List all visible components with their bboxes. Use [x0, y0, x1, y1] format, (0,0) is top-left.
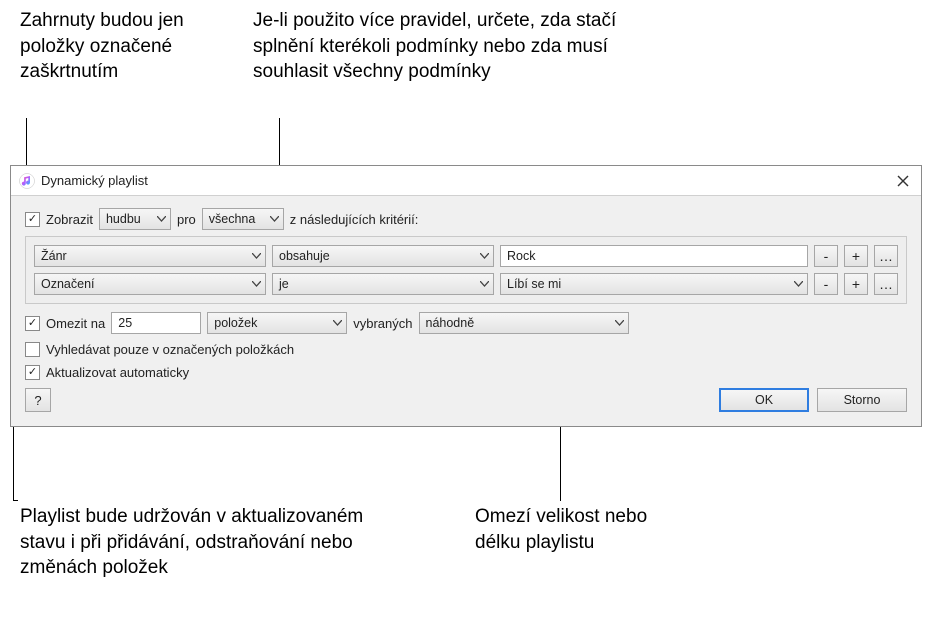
- limit-label: Omezit na: [46, 316, 105, 331]
- add-rule-button[interactable]: +: [844, 245, 868, 267]
- chevron-down-icon: [480, 253, 489, 259]
- limit-value-input[interactable]: 25: [111, 312, 201, 334]
- chevron-down-icon: [794, 281, 803, 287]
- rule-field-select[interactable]: Označení: [34, 273, 266, 295]
- rule-field-select[interactable]: Žánr: [34, 245, 266, 267]
- limit-row: ✓ Omezit na 25 položek vybraných náhodně: [25, 312, 907, 334]
- media-type-select[interactable]: hudbu: [99, 208, 171, 230]
- chevron-down-icon: [252, 281, 261, 287]
- rule-field-value: Žánr: [41, 249, 67, 263]
- rule-operator-value: obsahuje: [279, 249, 330, 263]
- match-checkbox[interactable]: ✓: [25, 212, 40, 227]
- rule-more-button[interactable]: …: [874, 245, 898, 267]
- media-type-value: hudbu: [106, 212, 141, 226]
- chevron-down-icon: [615, 320, 624, 326]
- rule-field-value: Označení: [41, 277, 95, 291]
- rule-operator-value: je: [279, 277, 289, 291]
- close-button[interactable]: [893, 171, 913, 191]
- callout-limit: Omezí velikost nebo délku playlistu: [475, 504, 695, 555]
- match-mode-value: všechna: [209, 212, 256, 226]
- match-row: ✓ Zobrazit hudbu pro všechna z následují…: [25, 208, 907, 230]
- limit-checkbox[interactable]: ✓: [25, 316, 40, 331]
- chevron-down-icon: [333, 320, 342, 326]
- limit-unit-value: položek: [214, 316, 257, 330]
- chevron-down-icon: [157, 216, 166, 222]
- callout-match-mode: Je-li použito více pravidel, určete, zda…: [253, 8, 633, 85]
- titlebar: Dynamický playlist: [11, 166, 921, 196]
- only-checked-checkbox[interactable]: [25, 342, 40, 357]
- limit-value-text: 25: [118, 316, 132, 330]
- limit-selected-label: vybraných: [353, 316, 412, 331]
- rule-value-select[interactable]: Líbí se mi: [500, 273, 808, 295]
- itunes-icon: [19, 173, 35, 189]
- rule-row: Označení je Líbí se mi: [34, 273, 898, 295]
- live-update-label: Aktualizovat automaticky: [46, 365, 189, 380]
- chevron-down-icon: [270, 216, 279, 222]
- live-update-checkbox[interactable]: ✓: [25, 365, 40, 380]
- add-rule-button[interactable]: +: [844, 273, 868, 295]
- limit-method-select[interactable]: náhodně: [419, 312, 629, 334]
- show-label: Zobrazit: [46, 212, 93, 227]
- live-update-row: ✓ Aktualizovat automaticky: [25, 365, 907, 380]
- rule-operator-select[interactable]: je: [272, 273, 494, 295]
- chevron-down-icon: [252, 253, 261, 259]
- only-checked-label: Vyhledávat pouze v označených položkách: [46, 342, 294, 357]
- remove-rule-button[interactable]: -: [814, 273, 838, 295]
- chevron-down-icon: [480, 281, 489, 287]
- callout-checked-items: Zahrnuty budou jen položky označené zašk…: [20, 8, 240, 85]
- dialog-title: Dynamický playlist: [41, 173, 148, 188]
- cancel-button[interactable]: Storno: [817, 388, 907, 412]
- ok-button[interactable]: OK: [719, 388, 809, 412]
- rule-value-input[interactable]: Rock: [500, 245, 808, 267]
- dialog-footer: ? OK Storno: [25, 388, 907, 412]
- help-button[interactable]: ?: [25, 388, 51, 412]
- match-mode-select[interactable]: všechna: [202, 208, 284, 230]
- smart-playlist-dialog: Dynamický playlist ✓ Zobrazit hudbu pro …: [10, 165, 922, 427]
- remove-rule-button[interactable]: -: [814, 245, 838, 267]
- rule-value-text: Líbí se mi: [507, 277, 561, 291]
- for-label: pro: [177, 212, 196, 227]
- rule-more-button[interactable]: …: [874, 273, 898, 295]
- criteria-label: z následujících kritérií:: [290, 212, 419, 227]
- rule-row: Žánr obsahuje Rock - + …: [34, 245, 898, 267]
- callout-live-update: Playlist bude udržován v aktualizovaném …: [20, 504, 400, 581]
- rule-operator-select[interactable]: obsahuje: [272, 245, 494, 267]
- limit-unit-select[interactable]: položek: [207, 312, 347, 334]
- only-checked-row: Vyhledávat pouze v označených položkách: [25, 342, 907, 357]
- rule-value-text: Rock: [507, 249, 535, 263]
- rules-container: Žánr obsahuje Rock - + …: [25, 236, 907, 304]
- limit-method-value: náhodně: [426, 316, 475, 330]
